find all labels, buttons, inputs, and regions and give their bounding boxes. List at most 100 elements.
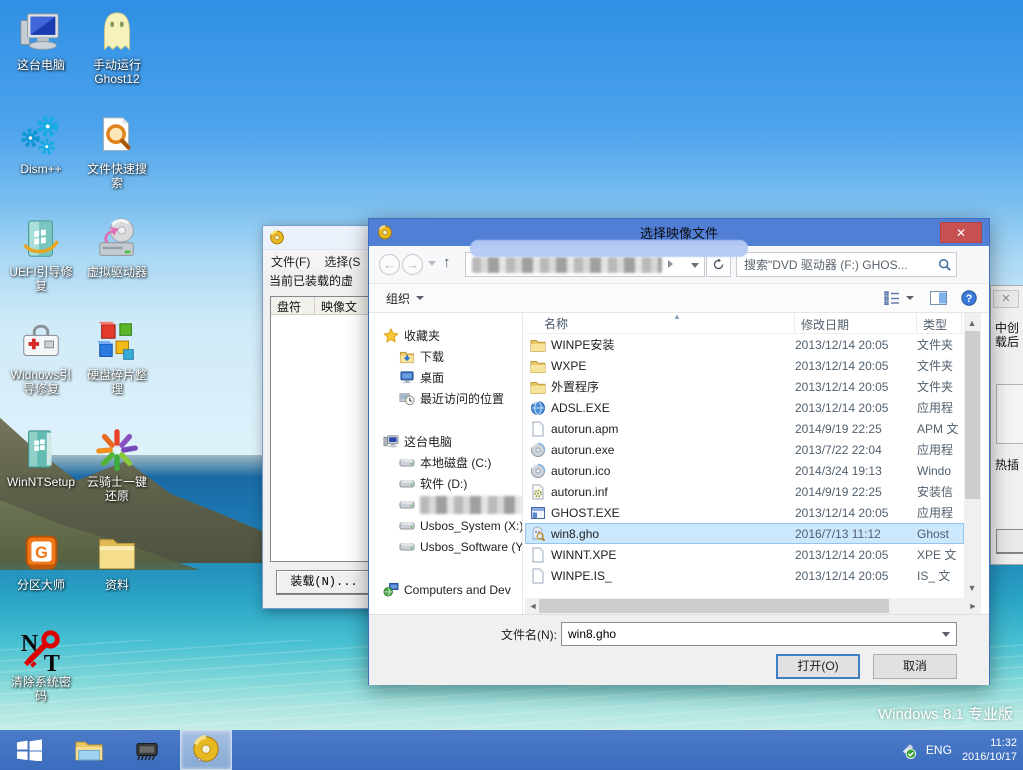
sidebar-item-label: 本地磁盘 (C:)	[420, 454, 491, 471]
view-list-icon[interactable]	[884, 291, 900, 305]
column-date-modified[interactable]: 修改日期	[795, 313, 917, 333]
pc-icon	[383, 434, 399, 449]
sidebar-item[interactable]: 这台电脑	[369, 431, 522, 452]
desktop-icon-folder[interactable]: 资料	[82, 528, 152, 592]
organize-button[interactable]: 组织	[386, 290, 410, 307]
desktop-icon-label: 资料	[82, 578, 152, 592]
ntkey-icon: NT	[18, 627, 64, 673]
language-indicator[interactable]: ENG	[926, 743, 952, 757]
desktop-icon-starburst[interactable]: 云骑士一键还原	[82, 425, 152, 503]
history-dropdown-icon[interactable]	[428, 261, 436, 266]
preview-pane-icon[interactable]	[930, 291, 947, 305]
forward-button[interactable]: →	[402, 254, 423, 275]
file-row[interactable]: autorun.inf2014/9/19 22:25安装信	[525, 481, 964, 502]
desktop-icon-defrag[interactable]: 硬盘碎片整理	[82, 318, 152, 396]
sidebar-item-label: 桌面	[420, 369, 444, 386]
menu-select[interactable]: 选择(S	[324, 253, 360, 267]
organize-dropdown-icon[interactable]	[416, 296, 424, 300]
cancel-button[interactable]: 取消	[873, 654, 957, 679]
scroll-up-icon[interactable]: ▲	[964, 315, 980, 331]
file-row[interactable]: autorun.exe2013/7/22 22:04应用程	[525, 439, 964, 460]
search-icon	[938, 258, 952, 272]
drive-icon	[399, 455, 415, 470]
sidebar-item[interactable]: 本地磁盘 (C:)	[369, 452, 522, 473]
sidebar-item[interactable]: 最近访问的位置	[369, 388, 522, 409]
up-button[interactable]: ↑	[443, 254, 451, 271]
sidebar-item[interactable]: 软件 (D:)	[369, 473, 522, 494]
file-row[interactable]: WXPE2013/12/14 20:05文件夹	[525, 355, 964, 376]
file-row[interactable]: 外置程序2013/12/14 20:05文件夹	[525, 376, 964, 397]
sidebar-item[interactable]: Usbos_System (X:)	[369, 515, 522, 536]
virtual-drive-taskbar-icon[interactable]	[180, 730, 232, 770]
desktop-icon-partition[interactable]: G分区大师	[6, 528, 76, 592]
file-name: WXPE	[551, 359, 586, 373]
close-button[interactable]: ✕	[940, 222, 982, 243]
horizontal-scrollbar[interactable]: ◄ ►	[525, 598, 981, 614]
address-dropdown-icon[interactable]	[691, 263, 699, 268]
file-row[interactable]: GHOST.EXE2013/12/14 20:05应用程	[525, 502, 964, 523]
scrollbar-thumb[interactable]	[539, 599, 889, 613]
mount-button[interactable]: 装载(N)...	[276, 570, 372, 595]
filename-input[interactable]: win8.gho	[561, 622, 957, 646]
refresh-icon	[712, 258, 725, 271]
breadcrumb-chevron-icon[interactable]	[668, 260, 673, 268]
censored-drive-label	[420, 496, 522, 514]
desktop-icon-ghost[interactable]: 手动运行 Ghost12	[82, 8, 152, 86]
partition-icon: G	[18, 530, 64, 576]
desktop-icon-gears[interactable]: Dism++	[6, 112, 76, 176]
ramdisk-taskbar-icon[interactable]	[126, 730, 168, 770]
sidebar-item-censored[interactable]	[369, 494, 522, 515]
filename-dropdown-icon[interactable]	[942, 632, 950, 637]
view-dropdown-icon[interactable]	[906, 296, 914, 300]
sidebar-item[interactable]: Usbos_Software (Y	[369, 536, 522, 557]
clipped-button[interactable]	[996, 529, 1023, 554]
sidebar-item[interactable]: 桌面	[369, 367, 522, 388]
desktop-icon-docsearch[interactable]: 文件快速搜索	[82, 112, 152, 190]
file-row[interactable]: WINNT.XPE2013/12/14 20:05XPE 文	[525, 544, 964, 565]
close-icon[interactable]: ✕	[993, 290, 1019, 308]
scrollbar-thumb[interactable]	[965, 331, 980, 499]
vertical-scrollbar[interactable]: ▲ ▼	[964, 313, 981, 598]
sidebar-item[interactable]: 下载	[369, 346, 522, 367]
taskbar-clock[interactable]: 11:32 2016/10/17	[962, 736, 1017, 764]
scroll-down-icon[interactable]: ▼	[964, 580, 980, 596]
file-row[interactable]: WINPE安装2013/12/14 20:05文件夹	[525, 334, 964, 355]
drive-icon	[399, 539, 415, 554]
file-row[interactable]: autorun.ico2014/3/24 19:13Windo	[525, 460, 964, 481]
column-type[interactable]: 类型	[917, 313, 962, 333]
drive-icon	[399, 518, 415, 533]
column-name[interactable]: 名称 ▲	[525, 313, 795, 333]
desktop-icon-computer[interactable]: 这台电脑	[6, 8, 76, 72]
start-button[interactable]	[8, 730, 50, 770]
column-drive-letter[interactable]: 盘符	[271, 297, 315, 314]
select-image-file-dialog[interactable]: 选择映像文件 ✕ ← → ↑ 搜索"DVD 驱动器 (F:) GHOS...	[368, 218, 990, 685]
help-icon[interactable]: ?	[961, 290, 977, 306]
background-window-right[interactable]: ✕ 中创 载后 热插	[990, 285, 1023, 565]
command-toolbar: 组织 ?	[369, 284, 989, 313]
file-row[interactable]: autorun.apm2014/9/19 22:25APM 文	[525, 418, 964, 439]
open-button[interactable]: 打开(O)	[776, 654, 860, 679]
search-box[interactable]: 搜索"DVD 驱动器 (F:) GHOS...	[736, 252, 957, 277]
menu-file[interactable]: 文件(F)	[271, 253, 310, 267]
desktop-icon-toolbox[interactable]: Widnows引导修复	[6, 318, 76, 396]
file-name: WINPE安装	[551, 336, 614, 353]
desktop-icon-label: 文件快速搜索	[82, 162, 152, 190]
appwin-icon	[530, 505, 546, 521]
file-row-selected[interactable]: win8.gho2016/7/13 11:12Ghost	[525, 523, 964, 544]
desktop-icon-uefi[interactable]: UEFI引导修复	[6, 215, 76, 293]
desktop-icon-label: 云骑士一键还原	[82, 475, 152, 503]
file-name: GHOST.EXE	[551, 506, 620, 520]
file-row[interactable]: WINPE.IS_2013/12/14 20:05IS_ 文	[525, 565, 964, 586]
file-explorer-taskbar-icon[interactable]	[68, 730, 110, 770]
back-button[interactable]: ←	[379, 254, 400, 275]
desktop-icon-vdrive[interactable]: 虚拟驱动器	[82, 215, 152, 279]
sidebar-item[interactable]: Computers and Dev	[369, 579, 522, 598]
scroll-right-icon[interactable]: ►	[965, 598, 981, 614]
desktop-icon-setupbox[interactable]: WinNTSetup	[6, 425, 76, 489]
file-row[interactable]: ADSL.EXE2013/12/14 20:05应用程	[525, 397, 964, 418]
sidebar-item-label: Usbos_Software (Y	[420, 540, 522, 554]
sidebar-item[interactable]: 收藏夹	[369, 325, 522, 346]
toolbox-icon	[18, 320, 64, 366]
usb-safely-remove-icon[interactable]	[899, 742, 916, 759]
desktop-icon-ntkey[interactable]: NT清除系统密码	[6, 625, 76, 703]
